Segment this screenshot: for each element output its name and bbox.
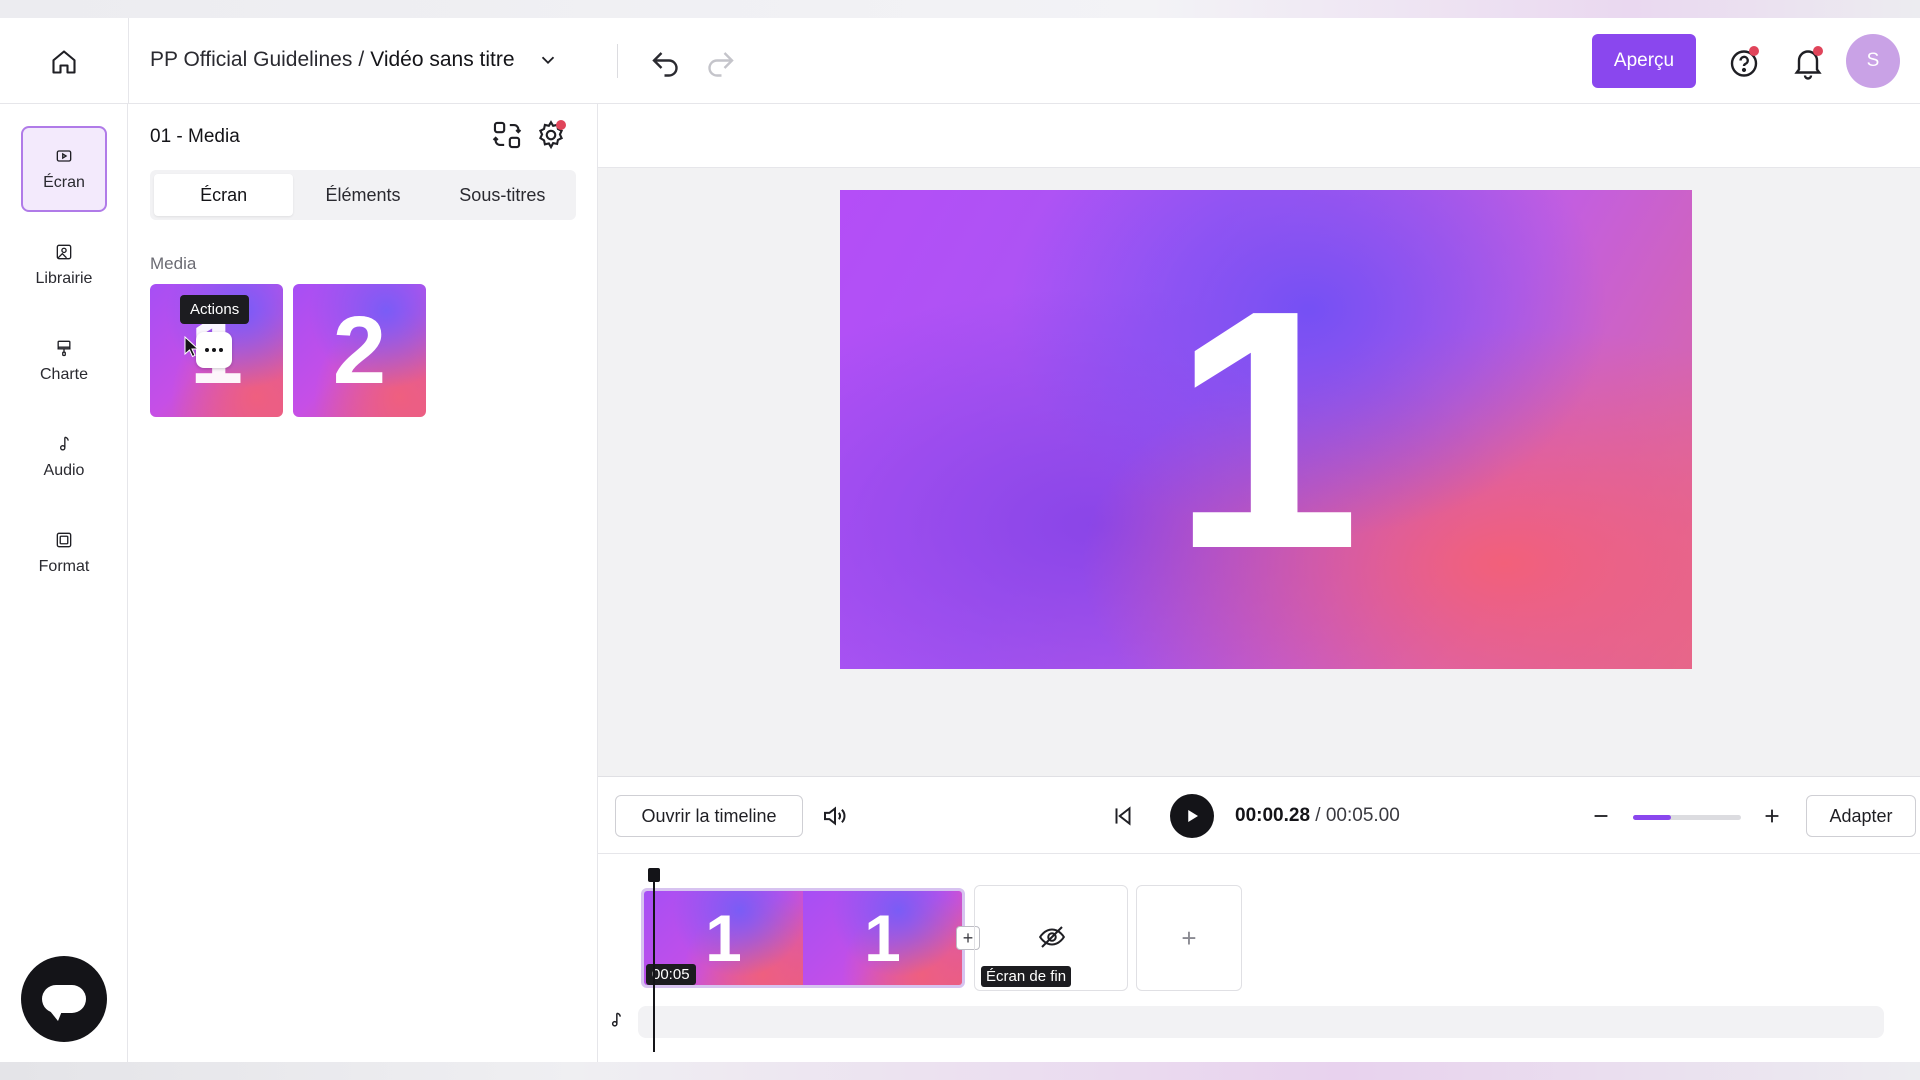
timeline: 1 1 00:05 + Écran de fin + xyxy=(598,854,1920,1062)
sidebar-item-audio[interactable]: Audio xyxy=(21,414,107,500)
skip-to-start-button[interactable] xyxy=(1106,799,1140,833)
music-note-icon xyxy=(60,436,69,451)
speaker-icon xyxy=(824,806,846,826)
library-icon xyxy=(56,244,72,260)
panel-tabs: Écran Éléments Sous-titres xyxy=(150,170,576,220)
skip-back-icon xyxy=(1115,806,1131,826)
sidebar-item-label: Audio xyxy=(43,462,85,479)
sidebar-item-librairie[interactable]: Librairie xyxy=(21,222,107,308)
sidebar-item-format[interactable]: Format xyxy=(21,510,107,596)
media-section-label: Media xyxy=(150,254,197,273)
screen-icon xyxy=(56,150,72,162)
video-title[interactable]: Vidéo sans titre xyxy=(370,48,514,72)
panel-title: 01 - Media xyxy=(150,126,240,147)
avatar[interactable]: S xyxy=(1846,34,1900,88)
time-display: 00:00.28 / 00:05.00 xyxy=(1235,805,1400,827)
media-panel: 01 - Media Écran Éléments Sous-titres Me… xyxy=(128,104,598,1062)
swap-frame-icon xyxy=(492,121,522,149)
play-icon xyxy=(1188,810,1198,822)
zoom-out-button[interactable] xyxy=(1584,799,1618,833)
fit-button[interactable]: Adapter xyxy=(1806,795,1916,837)
breadcrumb-separator: / xyxy=(358,48,365,71)
workspace-link[interactable]: PP Official Guidelines xyxy=(150,48,352,72)
header-divider xyxy=(128,18,129,104)
undo-icon xyxy=(652,52,678,77)
home-button[interactable] xyxy=(44,42,84,82)
clip-frame-number: 1 xyxy=(864,901,901,975)
redo-icon xyxy=(708,52,734,77)
total-time: 00:05.00 xyxy=(1325,805,1400,826)
sidebar-item-label: Format xyxy=(38,558,90,575)
preview-number: 1 xyxy=(1171,239,1361,620)
zoom-slider[interactable] xyxy=(1633,815,1741,820)
preview-stage: 1 xyxy=(598,104,1920,776)
zoom-in-button[interactable] xyxy=(1755,799,1789,833)
sidebar-item-ecran[interactable]: Écran xyxy=(21,126,107,212)
title-dropdown-button[interactable] xyxy=(537,49,559,71)
undo-button[interactable] xyxy=(648,44,684,80)
sidebar-item-label: Charte xyxy=(39,366,89,383)
end-screen-label: Écran de fin xyxy=(981,966,1072,987)
more-actions-button[interactable] xyxy=(196,332,232,368)
notification-dot xyxy=(1813,46,1823,56)
media-thumbnail-2[interactable]: 2 xyxy=(293,284,426,417)
notifications-button[interactable] xyxy=(1790,44,1826,80)
clip-frame: 1 xyxy=(803,891,962,985)
left-sidebar: Écran Librairie Charte Audio Format xyxy=(0,104,128,1062)
home-icon xyxy=(52,50,76,74)
brush-icon xyxy=(57,340,71,357)
video-preview-canvas[interactable]: 1 xyxy=(840,190,1692,669)
audio-track[interactable] xyxy=(638,1006,1884,1038)
thumbnail-number: 2 xyxy=(332,296,387,404)
top-window-band xyxy=(0,0,1920,18)
settings-notification-dot xyxy=(556,120,566,130)
help-button[interactable] xyxy=(1726,44,1762,80)
help-notification-dot xyxy=(1749,46,1759,56)
volume-button[interactable] xyxy=(818,799,852,833)
bottom-window-band xyxy=(0,1062,1920,1080)
playhead[interactable] xyxy=(648,868,660,1052)
sidebar-item-charte[interactable]: Charte xyxy=(21,318,107,404)
tab-elements[interactable]: Éléments xyxy=(293,174,432,216)
minus-icon xyxy=(1594,815,1608,817)
zoom-slider-fill xyxy=(1633,815,1671,820)
end-screen-card[interactable]: Écran de fin xyxy=(974,885,1128,991)
top-header: PP Official Guidelines / Vidéo sans titr… xyxy=(0,18,1920,104)
plus-icon xyxy=(1765,809,1779,823)
current-time: 00:00.28 xyxy=(1235,805,1311,826)
more-dots-icon xyxy=(205,348,209,352)
breadcrumb: PP Official Guidelines / Vidéo sans titr… xyxy=(150,48,559,72)
clip-frame-number: 1 xyxy=(705,901,742,975)
frame-icon xyxy=(56,532,72,548)
playback-controls: Ouvrir la timeline 00:00.28 / 00:05.00 A… xyxy=(598,776,1920,854)
tab-ecran[interactable]: Écran xyxy=(154,174,294,216)
sidebar-item-label: Écran xyxy=(43,174,85,191)
actions-tooltip: Actions xyxy=(180,295,250,324)
eye-off-icon xyxy=(1038,926,1066,948)
time-separator: / xyxy=(1310,805,1326,826)
chat-button[interactable] xyxy=(21,956,107,1042)
music-note-icon xyxy=(611,1012,621,1027)
chat-bubble-icon xyxy=(42,985,86,1021)
add-scene-button[interactable]: + xyxy=(1136,885,1242,991)
play-button[interactable] xyxy=(1170,794,1214,838)
preview-button[interactable]: Aperçu xyxy=(1592,34,1696,88)
settings-button[interactable] xyxy=(534,118,568,152)
replace-media-button[interactable] xyxy=(490,118,524,152)
tab-sous-titres[interactable]: Sous-titres xyxy=(433,174,572,216)
open-timeline-button[interactable]: Ouvrir la timeline xyxy=(615,795,803,837)
redo-button[interactable] xyxy=(702,44,738,80)
stage-toolbar xyxy=(598,104,1920,168)
mouse-cursor-icon xyxy=(184,336,200,358)
header-separator xyxy=(617,44,618,78)
sidebar-item-label: Librairie xyxy=(35,270,93,287)
chevron-down-icon xyxy=(541,56,554,65)
